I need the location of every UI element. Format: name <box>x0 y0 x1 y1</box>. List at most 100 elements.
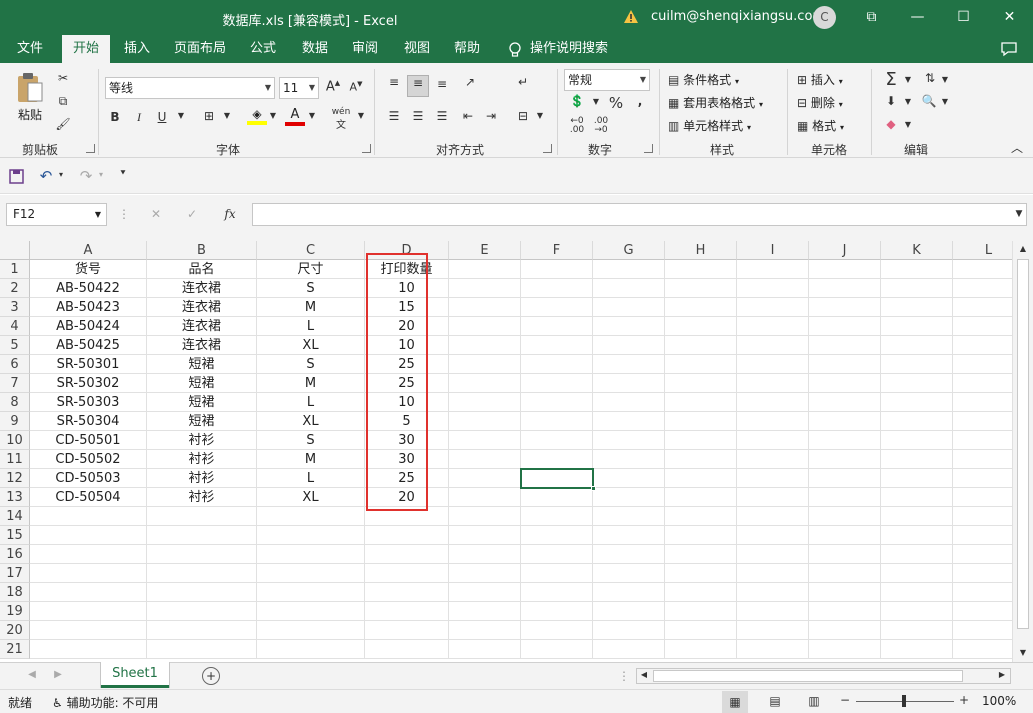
cell-k14[interactable] <box>881 507 953 526</box>
cell-h4[interactable] <box>665 317 737 336</box>
cell-h12[interactable] <box>665 469 737 488</box>
row-header-18[interactable]: 18 <box>0 583 30 602</box>
cell-i2[interactable] <box>737 279 809 298</box>
cell-j14[interactable] <box>809 507 881 526</box>
cell-f6[interactable] <box>521 355 593 374</box>
cell-j21[interactable] <box>809 640 881 659</box>
cell-b15[interactable] <box>147 526 257 545</box>
cell-a17[interactable] <box>30 564 147 583</box>
paste-label[interactable]: 粘贴 <box>18 106 42 123</box>
cell-b5[interactable]: 连衣裙 <box>147 336 257 355</box>
cell-i10[interactable] <box>737 431 809 450</box>
cell-f7[interactable] <box>521 374 593 393</box>
cell-h13[interactable] <box>665 488 737 507</box>
cell-a7[interactable]: SR-50302 <box>30 374 147 393</box>
cell-g13[interactable] <box>593 488 665 507</box>
cell-b11[interactable]: 衬衫 <box>147 450 257 469</box>
cell-j8[interactable] <box>809 393 881 412</box>
fill-color-icon[interactable]: ◈ <box>247 107 267 127</box>
cell-i5[interactable] <box>737 336 809 355</box>
cell-f2[interactable] <box>521 279 593 298</box>
row-header-11[interactable]: 11 <box>0 450 30 469</box>
autosum-icon[interactable]: Σ <box>880 69 902 90</box>
page-layout-view-icon[interactable]: ▤ <box>764 694 786 708</box>
cell-c19[interactable] <box>257 602 365 621</box>
prev-sheet-icon[interactable]: ◀ <box>26 669 38 680</box>
cell-j5[interactable] <box>809 336 881 355</box>
cell-j20[interactable] <box>809 621 881 640</box>
cell-g10[interactable] <box>593 431 665 450</box>
accounting-format-icon[interactable]: 💲 <box>566 94 588 108</box>
cell-h15[interactable] <box>665 526 737 545</box>
accessibility-status[interactable]: ♿ 辅助功能: 不可用 <box>52 694 158 711</box>
chevron-down-icon[interactable]: ▼ <box>307 111 317 120</box>
cell-k3[interactable] <box>881 298 953 317</box>
cell-h8[interactable] <box>665 393 737 412</box>
cell-d17[interactable] <box>365 564 449 583</box>
cell-j6[interactable] <box>809 355 881 374</box>
cell-f9[interactable] <box>521 412 593 431</box>
format-cells-button[interactable]: ▦ 格式 ▾ <box>797 117 844 134</box>
cell-g7[interactable] <box>593 374 665 393</box>
cell-b1[interactable]: 品名 <box>147 260 257 279</box>
cell-e15[interactable] <box>449 526 521 545</box>
cell-k11[interactable] <box>881 450 953 469</box>
cell-l2[interactable] <box>953 279 1012 298</box>
cell-d21[interactable] <box>365 640 449 659</box>
zoom-level[interactable]: 100% <box>982 694 1016 708</box>
align-middle-icon[interactable]: ≡ <box>407 75 429 97</box>
fill-icon[interactable]: ⬇ <box>882 94 900 108</box>
cell-a6[interactable]: SR-50301 <box>30 355 147 374</box>
row-header-20[interactable]: 20 <box>0 621 30 640</box>
cell-i16[interactable] <box>737 545 809 564</box>
cell-b12[interactable]: 衬衫 <box>147 469 257 488</box>
cell-h20[interactable] <box>665 621 737 640</box>
cell-j9[interactable] <box>809 412 881 431</box>
increase-font-icon[interactable]: A▲ <box>325 79 341 94</box>
cell-h14[interactable] <box>665 507 737 526</box>
page-break-view-icon[interactable]: ▥ <box>803 694 825 708</box>
decrease-decimal-icon[interactable]: .00 →0 <box>590 117 612 135</box>
cell-c6[interactable]: S <box>257 355 365 374</box>
alignment-launcher-icon[interactable] <box>543 144 552 153</box>
cell-a11[interactable]: CD-50502 <box>30 450 147 469</box>
increase-indent-icon[interactable]: ⇥ <box>481 109 501 123</box>
cell-i13[interactable] <box>737 488 809 507</box>
cell-f3[interactable] <box>521 298 593 317</box>
cell-i4[interactable] <box>737 317 809 336</box>
cell-g8[interactable] <box>593 393 665 412</box>
column-header-e[interactable]: E <box>449 241 521 260</box>
row-header-14[interactable]: 14 <box>0 507 30 526</box>
cell-e1[interactable] <box>449 260 521 279</box>
cell-c21[interactable] <box>257 640 365 659</box>
chevron-down-icon[interactable]: ▼ <box>176 111 186 120</box>
selected-cell[interactable] <box>520 468 596 491</box>
paste-button[interactable] <box>14 71 46 107</box>
cell-e14[interactable] <box>449 507 521 526</box>
cell-a9[interactable]: SR-50304 <box>30 412 147 431</box>
cell-e10[interactable] <box>449 431 521 450</box>
cell-k16[interactable] <box>881 545 953 564</box>
chevron-down-icon[interactable]: ▼ <box>535 111 545 120</box>
cell-c20[interactable] <box>257 621 365 640</box>
cell-g4[interactable] <box>593 317 665 336</box>
cell-k19[interactable] <box>881 602 953 621</box>
row-header-19[interactable]: 19 <box>0 602 30 621</box>
cell-l12[interactable] <box>953 469 1012 488</box>
close-button[interactable]: ✕ <box>986 0 1033 34</box>
cell-h7[interactable] <box>665 374 737 393</box>
cell-c16[interactable] <box>257 545 365 564</box>
cell-h17[interactable] <box>665 564 737 583</box>
cell-f18[interactable] <box>521 583 593 602</box>
conditional-formatting-button[interactable]: ▤ 条件格式 ▾ <box>668 71 739 88</box>
select-all-button[interactable] <box>0 241 30 260</box>
copy-icon[interactable]: ⧉ <box>55 94 71 109</box>
name-box[interactable]: F12 ▼ <box>6 203 107 226</box>
cell-b9[interactable]: 短裙 <box>147 412 257 431</box>
cell-l8[interactable] <box>953 393 1012 412</box>
horizontal-scrollbar[interactable]: ◀ ▶ <box>636 668 1011 684</box>
cell-e5[interactable] <box>449 336 521 355</box>
customize-qat-icon[interactable]: ⯆ <box>117 169 129 179</box>
decrease-indent-icon[interactable]: ⇤ <box>458 109 478 123</box>
horizontal-scroll-thumb[interactable] <box>653 670 963 682</box>
